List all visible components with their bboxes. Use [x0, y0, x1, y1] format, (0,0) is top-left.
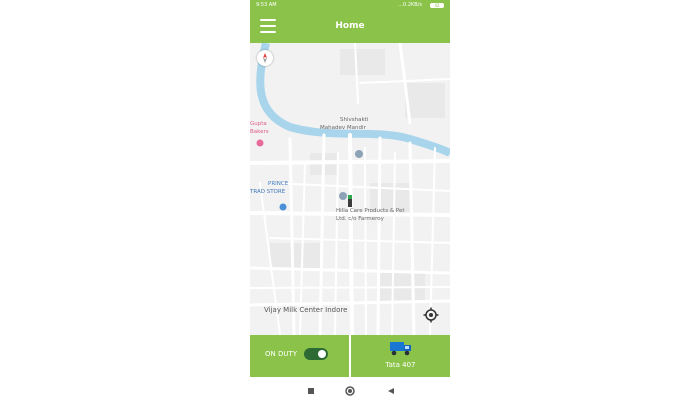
- battery-icon: 42: [430, 3, 444, 8]
- map-label-store: PRINCE: [268, 181, 289, 187]
- app-bar: Home: [250, 11, 450, 43]
- vehicle-button[interactable]: Tata 407: [351, 335, 450, 377]
- status-time: 9:53 AM: [256, 2, 277, 8]
- phone-screen: 9:53 AM ...0.2KB/s 42 Home Shivshakti Ma…: [250, 0, 450, 400]
- map-view[interactable]: Shivshakti Mahadev Mandir Gupta Bakers P…: [250, 43, 450, 335]
- map-label-place-2b: Bakers: [250, 129, 269, 135]
- page-title: Home: [335, 21, 365, 31]
- map-label-landmark: Vijay Milk Center Indore: [264, 306, 348, 314]
- home-circle-icon[interactable]: [344, 382, 356, 400]
- duty-toggle[interactable]: [304, 348, 328, 360]
- recents-square-icon[interactable]: [305, 382, 317, 400]
- vehicle-label: Tata 407: [385, 361, 416, 369]
- duty-section: ON DUTY: [250, 335, 349, 377]
- status-bar: 9:53 AM ...0.2KB/s 42: [250, 0, 450, 11]
- truck-icon: [390, 342, 411, 356]
- map-label-place-1: Shivshakti: [340, 117, 369, 123]
- bottom-bar: ON DUTY Tata 407: [250, 335, 450, 377]
- map-label-company-b: Ltd. c/o Farmeroy: [336, 216, 384, 222]
- map-label-place-1b: Mahadev Mandir: [320, 125, 366, 131]
- map-label-store-b: TRAD STORE: [250, 189, 286, 195]
- duty-label: ON DUTY: [265, 350, 298, 358]
- my-location-icon[interactable]: [423, 307, 439, 323]
- map-label-place-2: Gupta: [250, 121, 267, 127]
- status-network-info: ...0.2KB/s: [398, 2, 422, 8]
- toggle-knob: [318, 350, 326, 358]
- compass-icon[interactable]: [257, 50, 273, 66]
- map-label-company: Hilla Care Products & Pet: [336, 208, 405, 214]
- back-triangle-icon[interactable]: [385, 382, 397, 400]
- system-nav-bar: [250, 377, 450, 400]
